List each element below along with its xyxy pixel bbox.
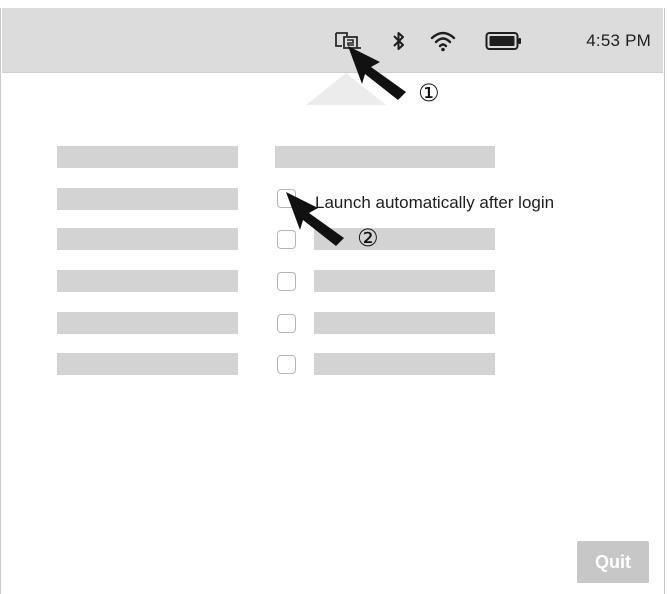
option-checkbox[interactable]	[277, 314, 296, 333]
placeholder-bar	[314, 353, 495, 375]
callout-marker-1: ①	[418, 80, 440, 107]
pointer-arrow-icon	[348, 46, 406, 100]
callout-marker-2: ②	[357, 225, 379, 252]
placeholder-bar	[57, 312, 238, 334]
option-checkbox[interactable]	[277, 355, 296, 374]
placeholder-bar	[314, 270, 495, 292]
placeholder-bar	[57, 146, 238, 168]
menu-bar: 4:53 PM	[2, 8, 663, 73]
menubar-clock: 4:53 PM	[586, 30, 651, 50]
placeholder-bar	[57, 188, 238, 210]
option-checkbox[interactable]	[277, 272, 296, 291]
placeholder-bar	[57, 270, 238, 292]
app-window: 4:53 PM Launch automatically after login…	[0, 8, 665, 594]
placeholder-bar	[57, 353, 238, 375]
placeholder-bar	[314, 312, 495, 334]
quit-button[interactable]: Quit	[577, 541, 649, 583]
pointer-arrow-icon	[286, 192, 344, 246]
wifi-icon[interactable]	[427, 8, 459, 73]
placeholder-bar	[57, 228, 238, 250]
placeholder-bar	[275, 146, 495, 168]
battery-icon[interactable]	[482, 8, 526, 73]
